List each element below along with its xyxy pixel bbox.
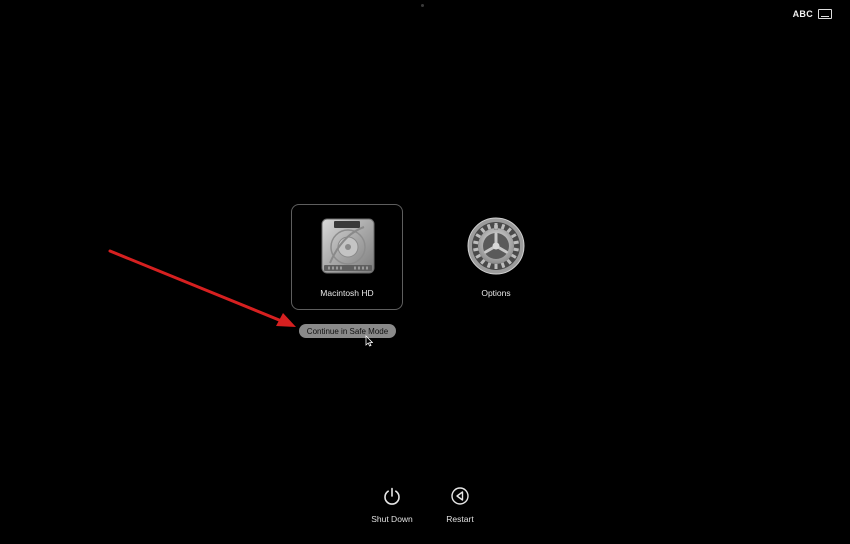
restart-label: Restart [446, 514, 474, 524]
shut-down-label: Shut Down [371, 514, 413, 524]
red-arrow-annotation [108, 249, 296, 327]
hard-drive-icon [321, 218, 375, 274]
shut-down-button[interactable]: Shut Down [362, 486, 422, 524]
input-source-label: ABC [792, 9, 813, 19]
startup-disk-label: Macintosh HD [320, 288, 374, 298]
safe-mode-label: Continue in Safe Mode [306, 326, 389, 336]
keyboard-icon [818, 9, 832, 19]
restart-button[interactable]: Restart [430, 486, 490, 524]
power-icon [384, 487, 400, 505]
continue-safe-mode-button[interactable]: Continue in Safe Mode [299, 324, 396, 338]
mouse-cursor-icon [365, 335, 373, 347]
gear-icon [467, 217, 525, 275]
options-label: Options [481, 288, 511, 298]
options-button[interactable]: Options [448, 215, 544, 305]
input-source-menu[interactable]: ABC [793, 9, 832, 19]
restart-icon [451, 487, 469, 505]
status-dot [421, 4, 424, 7]
startup-disk-macintosh-hd[interactable]: Macintosh HD [291, 204, 403, 310]
